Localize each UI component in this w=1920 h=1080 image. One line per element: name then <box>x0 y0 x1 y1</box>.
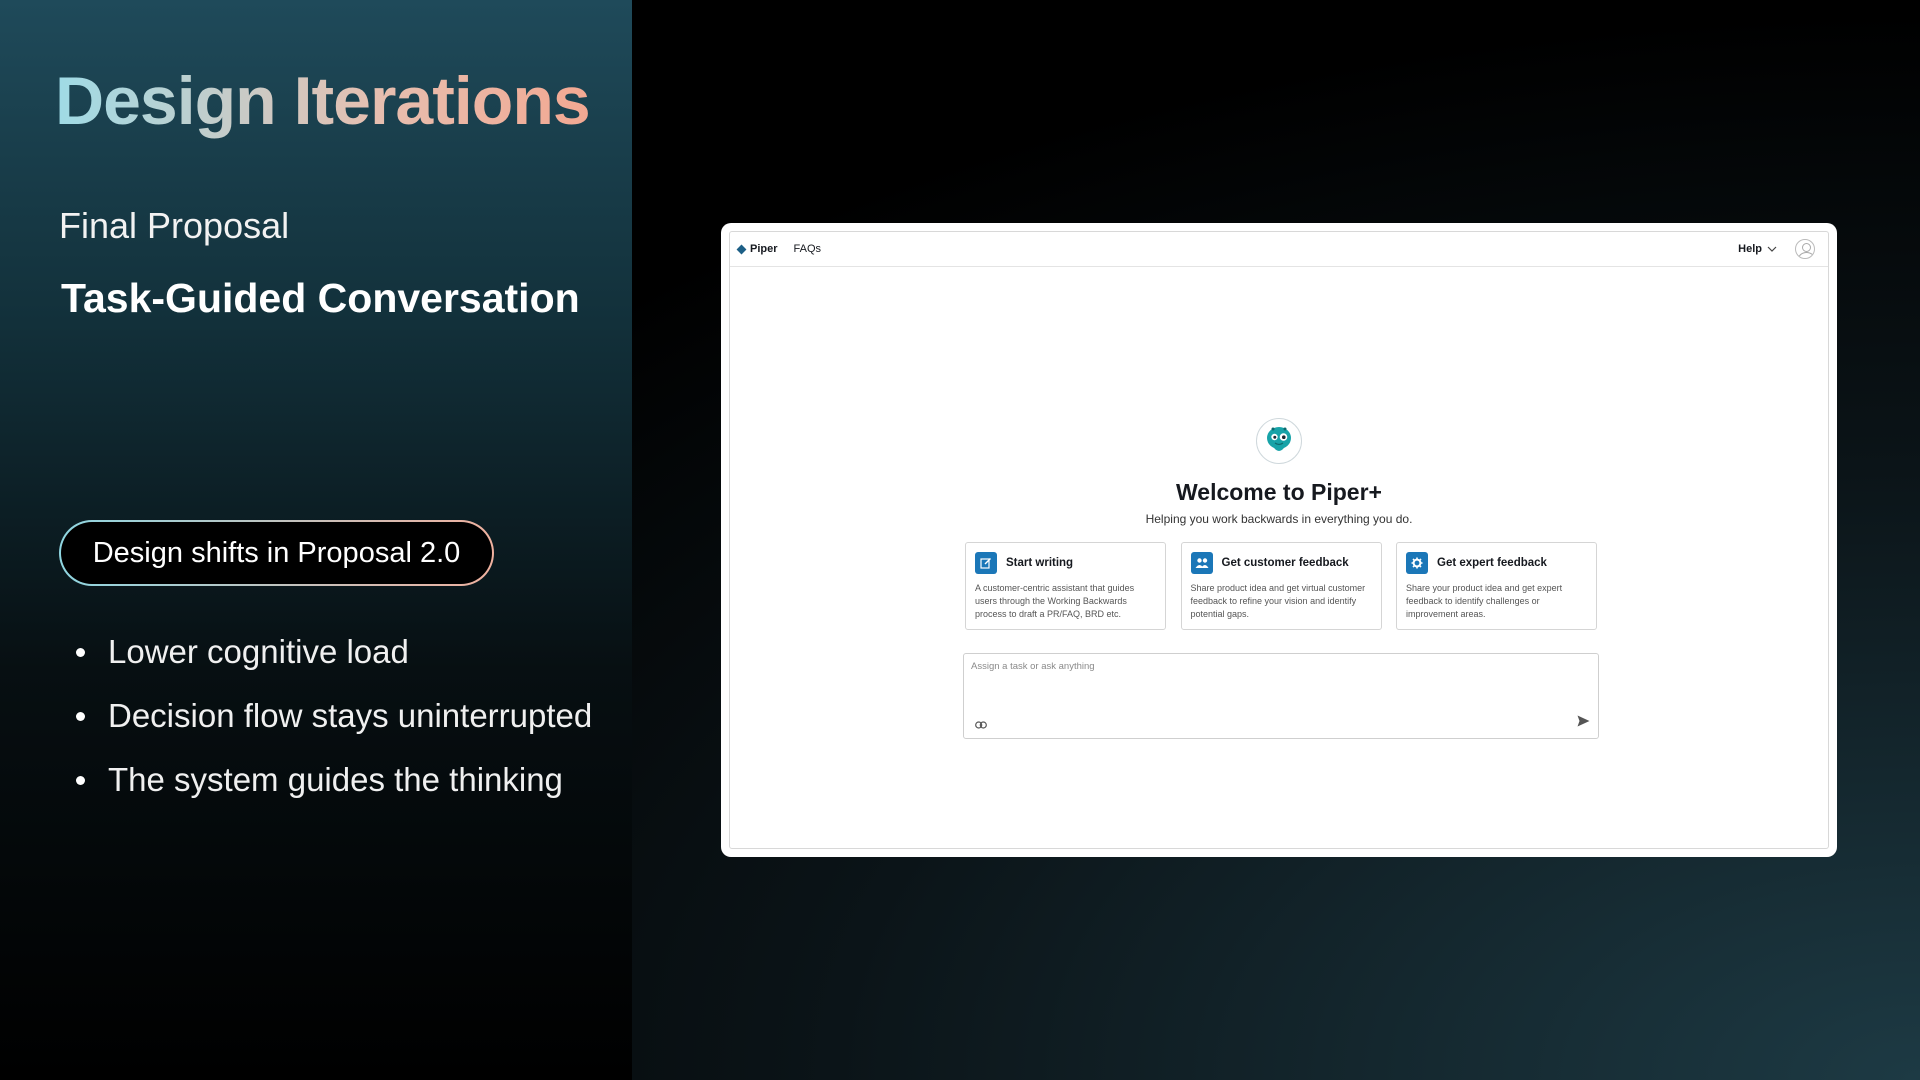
help-menu[interactable]: Help <box>1738 243 1777 255</box>
card-header: Start writing <box>975 552 1156 574</box>
piper-logo-icon <box>736 244 747 254</box>
bullet-item: Lower cognitive load <box>76 620 592 684</box>
slide-title: Design Iterations <box>55 63 591 139</box>
card-header: Get expert feedback <box>1406 552 1587 574</box>
prompt-box <box>963 653 1599 739</box>
card-title: Start writing <box>1006 557 1074 569</box>
gear-icon <box>1406 552 1428 574</box>
people-icon <box>1190 552 1213 574</box>
app-mockup: Piper FAQs Help Welcome to Piper+ Helpin… <box>721 223 1837 857</box>
bullet-dot-icon <box>76 711 85 721</box>
app-top-nav: Piper FAQs Help <box>730 232 1828 267</box>
nav-faqs-link[interactable]: FAQs <box>794 243 822 255</box>
bullet-text: Lower cognitive load <box>108 633 409 670</box>
card-description: Share product idea and get virtual custo… <box>1190 583 1366 619</box>
task-cards: Start writing A customer-centric assista… <box>965 542 1597 630</box>
card-start-writing[interactable]: Start writing A customer-centric assista… <box>965 542 1166 630</box>
app-window: Piper FAQs Help Welcome to Piper+ Helpin… <box>729 231 1829 849</box>
brand-label: Piper <box>750 243 778 255</box>
card-description: A customer-centric assistant that guides… <box>975 583 1135 619</box>
bullet-dot-icon <box>76 647 85 657</box>
welcome-tagline: Helping you work backwards in everything… <box>1145 512 1413 526</box>
bullet-dot-icon <box>76 775 85 785</box>
bullet-text: The system guides the thinking <box>108 761 563 798</box>
bullet-text: Decision flow stays uninterrupted <box>108 697 593 734</box>
brand-link[interactable]: Piper <box>736 243 778 255</box>
prompt-input[interactable] <box>969 660 1533 673</box>
bullet-list: Lower cognitive load Decision flow stays… <box>76 620 592 812</box>
card-description: Share your product idea and get expert f… <box>1406 583 1563 619</box>
welcome-title: Welcome to Piper+ <box>1175 479 1382 505</box>
chevron-down-icon <box>1767 246 1777 252</box>
card-title: Get customer feedback <box>1221 557 1349 569</box>
bullet-item: Decision flow stays uninterrupted <box>76 684 592 748</box>
slide-subtitle: Final Proposal <box>59 205 290 246</box>
design-shifts-pill: Design shifts in Proposal 2.0 <box>59 520 494 586</box>
attach-link-icon[interactable] <box>975 716 987 734</box>
card-header: Get customer feedback <box>1190 552 1372 574</box>
card-customer-feedback[interactable]: Get customer feedback Share product idea… <box>1180 542 1382 630</box>
card-title: Get expert feedback <box>1437 557 1547 569</box>
help-label: Help <box>1738 243 1762 255</box>
pill-label: Design shifts in Proposal 2.0 <box>61 522 492 584</box>
send-icon[interactable] <box>1577 714 1590 732</box>
card-expert-feedback[interactable]: Get expert feedback Share your product i… <box>1396 542 1597 630</box>
edit-icon <box>975 552 997 574</box>
slide-heading: Task-Guided Conversation <box>61 275 580 321</box>
piper-mascot-icon <box>1256 418 1302 464</box>
user-avatar[interactable] <box>1795 239 1815 259</box>
bullet-item: The system guides the thinking <box>76 748 592 812</box>
